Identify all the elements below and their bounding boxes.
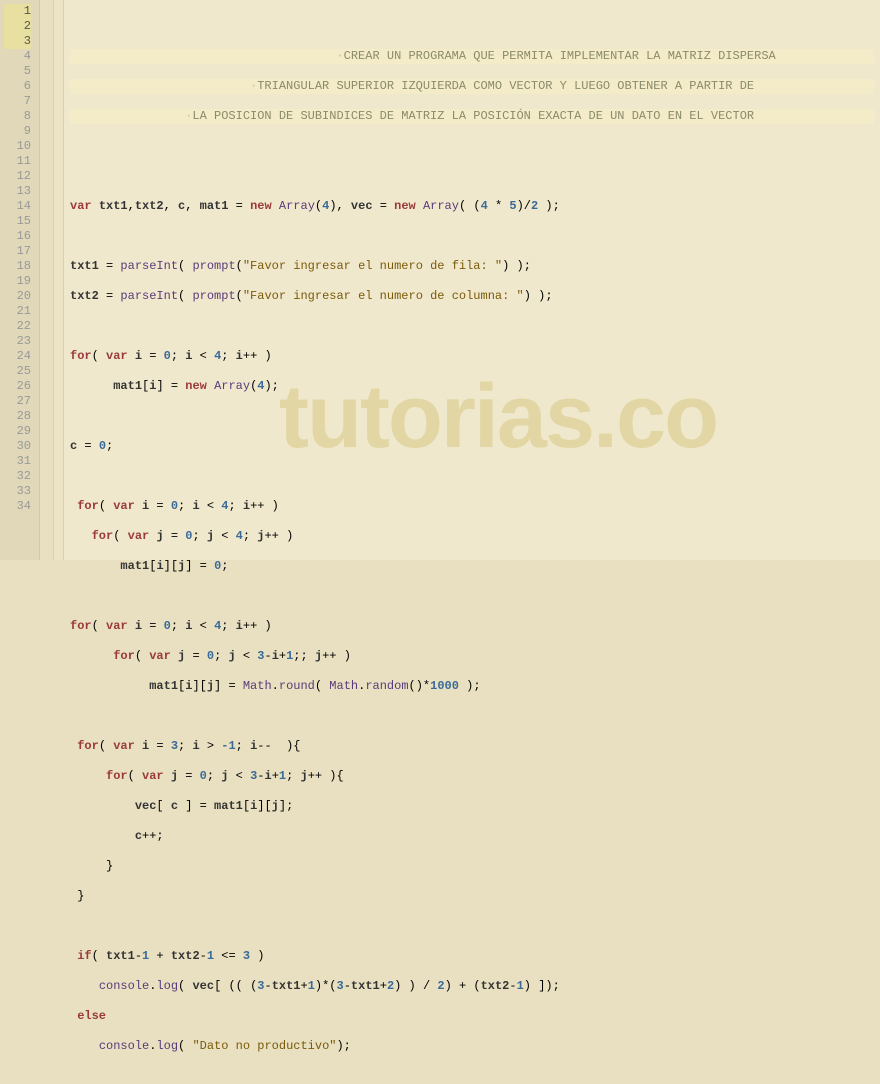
code-line[interactable]	[70, 919, 874, 934]
line-number[interactable]: 17	[4, 244, 31, 259]
ruler-column	[54, 0, 64, 560]
code-line[interactable]: for( var i = 3; i > -1; i-- ){	[70, 739, 874, 754]
code-editor: 1 2 3 4 5 6 7 8 9 10 11 12 13 14 15 16 1…	[0, 0, 880, 560]
code-line[interactable]	[70, 469, 874, 484]
code-line[interactable]: ·LA POSICION DE SUBINDICES DE MATRIZ LA …	[70, 109, 874, 124]
fold-column	[40, 0, 54, 560]
line-number[interactable]: 30	[4, 439, 31, 454]
code-line[interactable]: for( var i = 0; i < 4; i++ )	[70, 619, 874, 634]
line-number[interactable]: 33	[4, 484, 31, 499]
line-number[interactable]: 6	[4, 79, 31, 94]
line-number[interactable]: 5	[4, 64, 31, 79]
code-line[interactable]	[70, 319, 874, 334]
code-line[interactable]: for( var j = 0; j < 3-i+1;; j++ )	[70, 649, 874, 664]
line-number[interactable]: 2	[4, 19, 31, 34]
line-number[interactable]: 9	[4, 124, 31, 139]
line-number[interactable]: 31	[4, 454, 31, 469]
line-number[interactable]: 32	[4, 469, 31, 484]
line-number[interactable]: 14	[4, 199, 31, 214]
code-line[interactable]: mat1[i][j] = 0;	[70, 559, 874, 574]
code-line[interactable]: txt1 = parseInt( prompt("Favor ingresar …	[70, 259, 874, 274]
line-number[interactable]: 1	[4, 4, 31, 19]
code-line[interactable]: txt2 = parseInt( prompt("Favor ingresar …	[70, 289, 874, 304]
code-line[interactable]: c = 0;	[70, 439, 874, 454]
line-number[interactable]: 34	[4, 499, 31, 514]
line-number-gutter: 1 2 3 4 5 6 7 8 9 10 11 12 13 14 15 16 1…	[0, 0, 40, 560]
line-number[interactable]: 24	[4, 349, 31, 364]
code-line[interactable]: ·CREAR UN PROGRAMA QUE PERMITA IMPLEMENT…	[70, 49, 874, 64]
code-line[interactable]	[70, 139, 874, 154]
line-number[interactable]: 13	[4, 184, 31, 199]
code-line[interactable]: vec[ c ] = mat1[i][j];	[70, 799, 874, 814]
code-line[interactable]: if( txt1-1 + txt2-1 <= 3 )	[70, 949, 874, 964]
code-line[interactable]	[70, 229, 874, 244]
line-number[interactable]: 28	[4, 409, 31, 424]
line-number[interactable]: 27	[4, 394, 31, 409]
code-line[interactable]: }	[70, 859, 874, 874]
line-number[interactable]: 26	[4, 379, 31, 394]
code-line[interactable]: mat1[i] = new Array(4);	[70, 379, 874, 394]
line-number[interactable]: 11	[4, 154, 31, 169]
line-number[interactable]: 4	[4, 49, 31, 64]
line-number[interactable]: 20	[4, 289, 31, 304]
code-line[interactable]	[70, 709, 874, 724]
line-number[interactable]: 18	[4, 259, 31, 274]
code-line[interactable]: ·TRIANGULAR SUPERIOR IZQUIERDA COMO VECT…	[70, 79, 874, 94]
line-number[interactable]: 23	[4, 334, 31, 349]
line-number[interactable]: 8	[4, 109, 31, 124]
code-line[interactable]	[70, 409, 874, 424]
code-line[interactable]: var txt1,txt2, c, mat1 = new Array(4), v…	[70, 199, 874, 214]
code-line[interactable]: for( var i = 0; i < 4; i++ )	[70, 349, 874, 364]
line-number[interactable]: 25	[4, 364, 31, 379]
code-line[interactable]: for( var i = 0; i < 4; i++ )	[70, 499, 874, 514]
line-number[interactable]: 3	[4, 34, 31, 49]
line-number[interactable]: 29	[4, 424, 31, 439]
code-line[interactable]: for( var j = 0; j < 4; j++ )	[70, 529, 874, 544]
line-number[interactable]: 10	[4, 139, 31, 154]
code-line[interactable]: console.log( "Dato no productivo");	[70, 1039, 874, 1054]
code-line[interactable]: mat1[i][j] = Math.round( Math.random()*1…	[70, 679, 874, 694]
code-line[interactable]: else	[70, 1009, 874, 1024]
code-line[interactable]	[70, 589, 874, 604]
code-line[interactable]	[70, 169, 874, 184]
line-number[interactable]: 12	[4, 169, 31, 184]
line-number[interactable]: 7	[4, 94, 31, 109]
line-number[interactable]: 19	[4, 274, 31, 289]
line-number[interactable]: 16	[4, 229, 31, 244]
code-line[interactable]: }	[70, 889, 874, 904]
line-number[interactable]: 15	[4, 214, 31, 229]
code-line[interactable]: c++;	[70, 829, 874, 844]
code-line[interactable]: console.log( vec[ (( (3-txt1+1)*(3-txt1+…	[70, 979, 874, 994]
line-number[interactable]: 22	[4, 319, 31, 334]
code-line[interactable]: for( var j = 0; j < 3-i+1; j++ ){	[70, 769, 874, 784]
line-number[interactable]: 21	[4, 304, 31, 319]
code-area[interactable]: tutorias.co ·CREAR UN PROGRAMA QUE PERMI…	[64, 0, 880, 560]
